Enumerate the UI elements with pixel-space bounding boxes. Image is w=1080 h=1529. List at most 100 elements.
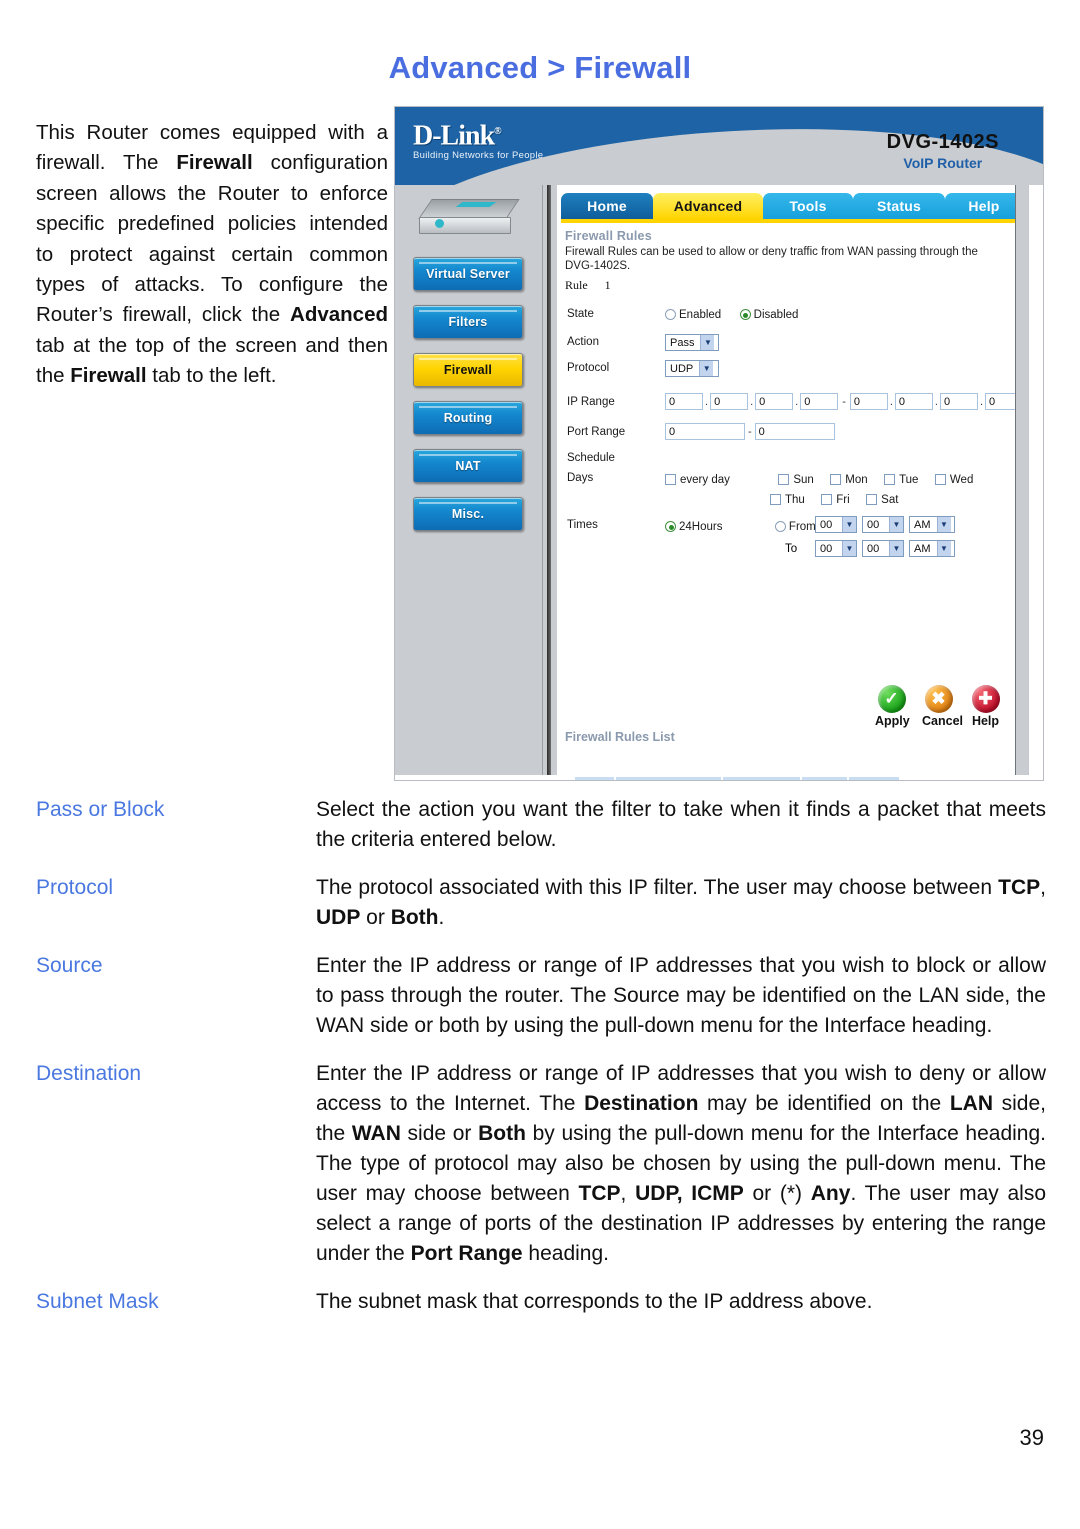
select-from-minute[interactable]: 00 ▼: [862, 516, 904, 533]
table-header-row: State Source IP Range Port Range Action …: [575, 777, 945, 780]
definition-description: Enter the IP address or range of IP addr…: [316, 954, 1046, 1037]
device-led: [455, 202, 497, 207]
input-ip-end-1[interactable]: 0: [849, 393, 888, 410]
checkbox-day-tue[interactable]: Tue: [884, 474, 918, 486]
ip-separator: .: [795, 395, 799, 408]
definition-term: Source: [36, 954, 103, 977]
input-ip-start-4[interactable]: 0: [800, 393, 839, 410]
label-state: State: [567, 308, 594, 320]
label-days: Days: [567, 472, 594, 484]
select-to-hour-value: 00: [820, 542, 833, 555]
row-action: Action Pass ▼: [565, 333, 1017, 355]
select-to-hour[interactable]: 00 ▼: [815, 540, 857, 557]
section-title-firewall-rules: Firewall Rules: [565, 229, 652, 243]
checkbox-day-fri[interactable]: Fri: [821, 493, 850, 506]
content-pane-inner: Home Advanced Tools Status Help Firewall…: [557, 185, 1029, 775]
radio-state-disabled[interactable]: Disabled: [739, 309, 798, 321]
tab-tools[interactable]: Tools: [763, 193, 853, 219]
definition-term: Destination: [36, 1062, 142, 1085]
label-action: Action: [567, 336, 599, 348]
router-ui-screenshot: D-Link® Building Networks for People DVG…: [394, 106, 1044, 781]
definition-source: Source Enter the IP address or range of …: [36, 951, 1046, 1041]
checkbox-every-day[interactable]: every day: [665, 474, 730, 486]
apply-button[interactable]: ✓ Apply: [875, 685, 910, 728]
x-icon: ✖: [924, 685, 953, 713]
checkbox-label-wed: Wed: [949, 473, 974, 486]
checkbox-day-thu[interactable]: Thu: [770, 494, 805, 506]
radio-state-enabled[interactable]: Enabled: [665, 309, 721, 321]
radio-times-24hours[interactable]: 24Hours: [665, 521, 722, 533]
row-days-2: Thu Fri Sat: [565, 489, 1017, 509]
sidebar-item-filters[interactable]: Filters: [413, 305, 523, 339]
model-subtitle: VoIP Router: [903, 155, 983, 171]
select-from-meridiem[interactable]: AM ▼: [909, 516, 955, 533]
select-to-meridiem[interactable]: AM ▼: [909, 540, 955, 557]
col-delete: [923, 777, 945, 780]
checkbox-day-mon[interactable]: Mon: [830, 474, 868, 486]
ip-separator: .: [889, 395, 893, 408]
definition-description: The protocol associated with this IP fil…: [316, 876, 1046, 929]
chevron-down-icon: ▼: [889, 517, 903, 532]
input-ip-start-2[interactable]: 0: [710, 393, 749, 410]
tab-advanced[interactable]: Advanced: [653, 193, 763, 219]
page-number: 39: [1019, 1425, 1044, 1450]
sidebar-item-nat[interactable]: NAT: [413, 449, 523, 483]
select-action[interactable]: Pass ▼: [665, 334, 719, 352]
screenshot-sidebar: Virtual Server Filters Firewall Routing …: [395, 185, 543, 775]
screenshot-body: Virtual Server Filters Firewall Routing …: [395, 185, 1043, 780]
checkbox-day-wed[interactable]: Wed: [934, 473, 974, 486]
brand-tagline: Building Networks for People: [413, 150, 544, 162]
radio-times-from[interactable]: From: [774, 521, 816, 533]
select-protocol[interactable]: UDP ▼: [665, 360, 719, 378]
input-ip-end-3[interactable]: 0: [939, 393, 978, 410]
ip-separator: .: [979, 395, 984, 408]
select-to-meridiem-value: AM: [914, 542, 931, 555]
registered-mark: ®: [494, 126, 502, 137]
help-button[interactable]: ✚ Help: [969, 685, 1002, 728]
plus-icon: ✚: [971, 685, 1000, 713]
ip-separator: .: [750, 395, 754, 408]
help-label: Help: [971, 714, 1000, 728]
col-source: Source IP Range: [614, 777, 723, 780]
checkbox-day-sat[interactable]: Sat: [866, 494, 898, 506]
input-port-end[interactable]: 0: [754, 423, 835, 440]
select-to-minute[interactable]: 00 ▼: [862, 540, 904, 557]
label-protocol: Protocol: [567, 362, 610, 374]
tab-status[interactable]: Status: [853, 193, 945, 219]
definition-destination: Destination Enter the IP address or rang…: [36, 1059, 1046, 1269]
row-times-to: To 00 ▼ 00 ▼ AM ▼: [565, 539, 1017, 561]
sidebar-item-firewall[interactable]: Firewall: [413, 353, 523, 387]
input-port-start[interactable]: 0: [665, 423, 745, 440]
sidebar-item-misc[interactable]: Misc.: [413, 497, 523, 531]
vertical-scrollbar[interactable]: [1015, 185, 1028, 775]
label-schedule: Schedule: [567, 452, 615, 464]
page-title: Advanced > Firewall: [388, 50, 692, 85]
sidebar-label-filters: Filters: [448, 315, 488, 329]
definition-term: Pass or Block: [36, 798, 165, 821]
label-times: Times: [567, 519, 598, 531]
row-port-range: Port Range 0 - 0: [565, 421, 1017, 445]
tab-help[interactable]: Help: [945, 193, 1023, 219]
sidebar-item-virtual-server[interactable]: Virtual Server: [413, 257, 523, 291]
input-ip-start-1[interactable]: 0: [665, 393, 703, 410]
model-block: DVG-1402S VoIP Router: [887, 131, 999, 171]
checkbox-label-tue: Tue: [899, 473, 919, 486]
chevron-down-icon: ▼: [936, 517, 951, 532]
select-from-hour[interactable]: 00 ▼: [815, 516, 857, 533]
input-ip-end-2[interactable]: 0: [894, 393, 933, 410]
tab-home[interactable]: Home: [561, 193, 653, 219]
select-from-hour-value: 00: [820, 518, 833, 531]
definition-term: Subnet Mask: [36, 1290, 159, 1313]
checkbox-day-sun[interactable]: Sun: [778, 474, 814, 486]
checkbox-label-thu: Thu: [785, 493, 805, 506]
cancel-button[interactable]: ✖ Cancel: [922, 685, 963, 728]
chevron-down-icon: ▼: [700, 335, 715, 351]
sidebar-label-firewall: Firewall: [443, 363, 493, 377]
firewall-rules-form: Firewall Rules Firewall Rules can be use…: [565, 229, 1024, 561]
sidebar-label-misc: Misc.: [451, 507, 485, 521]
cancel-label: Cancel: [922, 714, 963, 728]
sidebar-item-routing[interactable]: Routing: [413, 401, 523, 435]
sidebar-label-nat: NAT: [455, 459, 481, 473]
input-ip-start-3[interactable]: 0: [755, 393, 794, 410]
checkbox-label-fri: Fri: [836, 493, 850, 506]
